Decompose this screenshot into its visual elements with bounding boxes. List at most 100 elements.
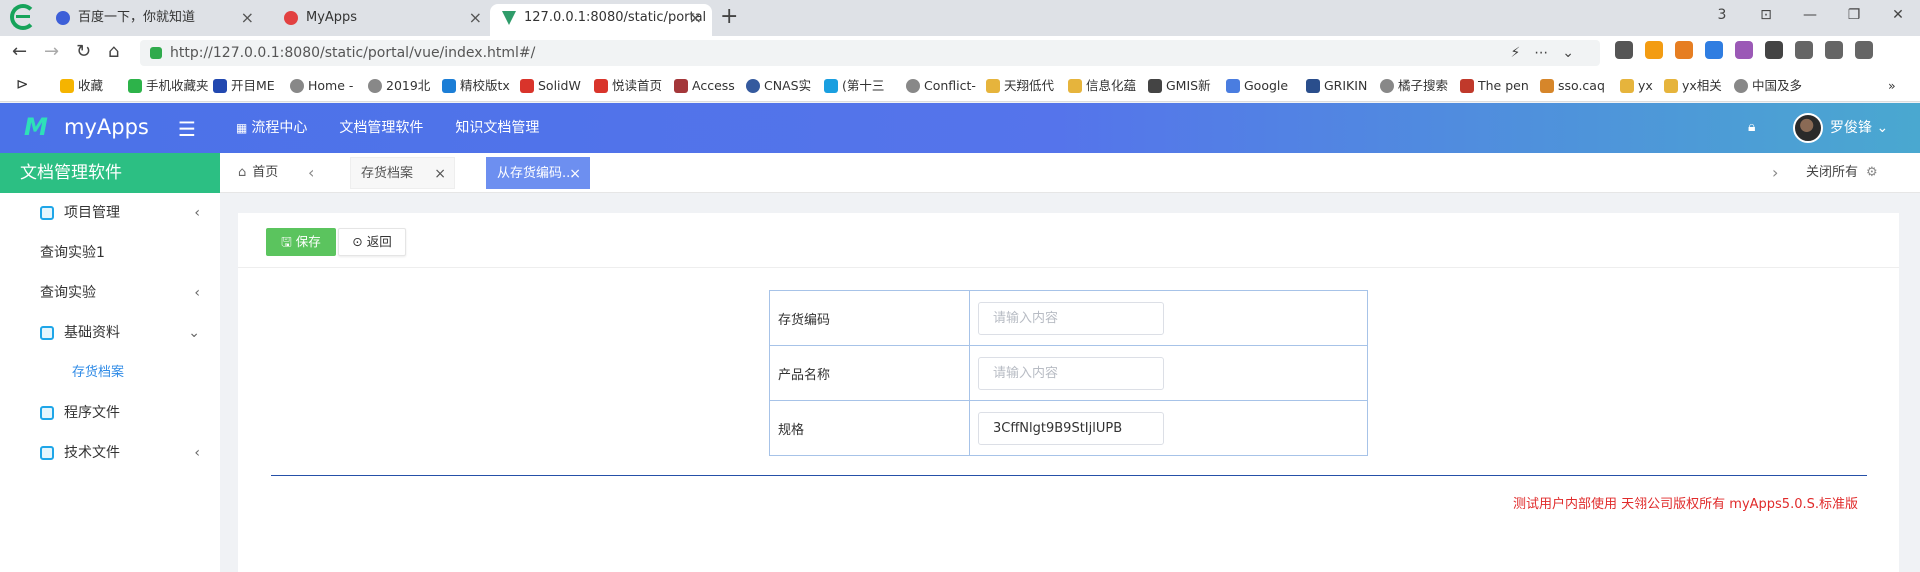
minimize-button[interactable]: — — [1788, 0, 1832, 32]
field-cell — [969, 400, 1368, 456]
close-icon[interactable]: × — [434, 158, 446, 190]
avatar[interactable] — [1793, 113, 1823, 143]
close-icon[interactable]: × — [569, 158, 581, 190]
shield-icon[interactable] — [1645, 41, 1663, 59]
nav-item-flow-center[interactable]: ▦ 流程中心 — [236, 103, 327, 153]
back-button[interactable]: ⊙ 返回 — [338, 228, 406, 256]
close-all-button[interactable]: 关闭所有 ⚙ — [1806, 153, 1878, 193]
bookmark-item[interactable]: Access — [674, 78, 735, 94]
forward-button[interactable]: → — [44, 40, 59, 64]
url-input[interactable]: http://127.0.0.1:8080/static/portal/vue/… — [140, 40, 1600, 66]
app-header: M myApps ☰ ▦ 流程中心 文档管理软件 知识文档管理 🔒︎ 罗俊锋 ⌄ — [0, 103, 1920, 153]
bookmark-item[interactable]: yx — [1620, 78, 1653, 94]
bookmark-favicon-icon — [520, 79, 534, 93]
bookmark-item[interactable]: Home - — [290, 78, 353, 94]
user-menu[interactable]: 罗俊锋 ⌄ — [1830, 103, 1888, 153]
gamepad-icon[interactable] — [1675, 41, 1693, 59]
bookmark-item[interactable]: 信息化蕴 — [1068, 78, 1136, 94]
bookmark-label: SolidW — [538, 78, 581, 93]
sidebar-item-program-files[interactable]: 程序文件 — [0, 393, 220, 433]
chevron-left-icon: ‹ — [194, 205, 200, 221]
bookmark-item[interactable]: GMIS新 — [1148, 78, 1211, 94]
bookmark-item[interactable]: 收藏 — [60, 78, 103, 94]
sidebar-item-label: 查询实验 — [40, 285, 96, 301]
nav-item-doc-manage[interactable]: 文档管理软件 — [339, 103, 443, 153]
tag-active[interactable]: 从存货编码... × — [486, 157, 590, 189]
scissors-icon[interactable] — [1615, 41, 1633, 59]
sidebar-item-basic-data[interactable]: 基础资料 ⌄ — [0, 313, 220, 353]
bookmark-label: yx — [1638, 78, 1653, 93]
browser-tab-myapps[interactable]: MyApps × — [272, 4, 492, 36]
lock-icon[interactable]: 🔒︎ — [1748, 119, 1755, 135]
bookmark-item[interactable]: CNAS实 — [746, 78, 811, 94]
home-button[interactable]: ⌂ — [108, 40, 119, 64]
sidebar-item-inventory[interactable]: 存货档案 — [0, 353, 220, 393]
product-name-input[interactable] — [978, 356, 1164, 390]
spec-input[interactable] — [978, 411, 1164, 445]
close-tab-icon[interactable]: × — [241, 4, 254, 32]
download-icon[interactable] — [1795, 41, 1813, 59]
inventory-form: 存货编码 产品名称 规格 — [769, 290, 1368, 456]
bookmark-favicon-icon — [1148, 79, 1162, 93]
bookmark-item[interactable]: 手机收藏夹 — [128, 78, 209, 94]
save-button[interactable]: 🖫︎ 保存 — [266, 228, 336, 256]
bookmark-item[interactable]: 中国及多 — [1734, 78, 1802, 94]
back-button[interactable]: ← — [12, 40, 27, 64]
translate-icon[interactable] — [1735, 41, 1753, 59]
bookmark-item[interactable]: 精校版tx — [442, 78, 510, 94]
form-panel: 🖫︎ 保存 ⊙ 返回 存货编码 产品名称 规格 测试用户内部使用 天翎公司版权所… — [238, 213, 1899, 572]
close-tab-icon[interactable]: × — [469, 4, 482, 32]
close-window-button[interactable]: ✕ — [1876, 0, 1920, 32]
bookmarks-toggle-icon[interactable]: ⊳ — [16, 76, 29, 92]
bookmark-favicon-icon — [442, 79, 456, 93]
sidebar-item-query1[interactable]: 查询实验1 — [0, 233, 220, 273]
sidebar-item-tech-files[interactable]: 技术文件 ‹ — [0, 433, 220, 473]
sidebar-item-project[interactable]: 项目管理 ‹ — [0, 193, 220, 233]
bookmark-favicon-icon — [746, 79, 760, 93]
bookmark-item[interactable]: 天翔低代 — [986, 78, 1054, 94]
home-tag[interactable]: ⌂ 首页 — [238, 153, 278, 193]
bookmark-item[interactable]: sso.caq — [1540, 78, 1605, 94]
menu-icon[interactable] — [1855, 41, 1873, 59]
tags-bar: ⌂ 首页 ‹ 存货档案 × 从存货编码... × › 关闭所有 ⚙ — [220, 153, 1920, 193]
bookmark-item[interactable]: (第十三 — [824, 78, 884, 94]
search-icon[interactable] — [1705, 41, 1723, 59]
new-tab-button[interactable]: + — [720, 4, 738, 30]
browser-tab-baidu[interactable]: 百度一下，你就知道 × — [44, 4, 264, 36]
sidebar-item-query[interactable]: 查询实验 ‹ — [0, 273, 220, 313]
bookmark-item[interactable]: Google — [1226, 78, 1288, 94]
shirt-icon[interactable]: ⊡ — [1744, 0, 1788, 32]
bookmark-item[interactable]: 开目ME — [213, 78, 275, 94]
apps-icon[interactable] — [1765, 41, 1783, 59]
phone-icon — [128, 79, 142, 93]
close-tab-icon[interactable]: × — [689, 4, 702, 32]
tags-prev-icon[interactable]: ‹ — [308, 153, 314, 193]
more-bookmarks-icon[interactable]: » — [1888, 78, 1896, 94]
menu-toggle-icon[interactable]: ☰ — [178, 117, 196, 141]
bookmark-item[interactable]: The pen — [1460, 78, 1529, 94]
globe-icon — [906, 79, 920, 93]
restore-button[interactable]: ❐ — [1832, 0, 1876, 32]
bookmark-label: 信息化蕴 — [1086, 78, 1137, 93]
bookmark-item[interactable]: Conflict- — [906, 78, 976, 94]
globe-icon — [290, 79, 304, 93]
bookmark-item[interactable]: 悦读首页 — [594, 78, 662, 94]
save-icon: 🖫︎ — [281, 234, 296, 249]
bookmark-favicon-icon — [1460, 79, 1474, 93]
tags-next-icon[interactable]: › — [1772, 153, 1778, 193]
bookmark-item[interactable]: GRIKIN — [1306, 78, 1367, 94]
inventory-code-input[interactable] — [978, 301, 1164, 335]
bookmark-item[interactable]: 橘子搜索 — [1380, 78, 1448, 94]
bookmark-item[interactable]: yx相关 — [1664, 78, 1722, 94]
tab-count-icon[interactable]: 3 — [1700, 0, 1744, 32]
reload-button[interactable]: ↻ — [76, 40, 91, 64]
url-actions[interactable]: ⚡⋯⌄ — [1510, 40, 1588, 66]
app-logo-icon: M — [24, 113, 48, 141]
bookmark-item[interactable]: 2019北 — [368, 78, 430, 94]
nav-item-knowledge[interactable]: 知识文档管理 — [455, 103, 559, 153]
gear-icon[interactable]: ⚙ — [1866, 165, 1878, 180]
bookmark-item[interactable]: SolidW — [520, 78, 581, 94]
browser-tab-active[interactable]: 127.0.0.1:8080/static/portal × — [490, 4, 712, 36]
tag-inventory[interactable]: 存货档案 × — [350, 157, 455, 189]
undo-icon[interactable] — [1825, 41, 1843, 59]
